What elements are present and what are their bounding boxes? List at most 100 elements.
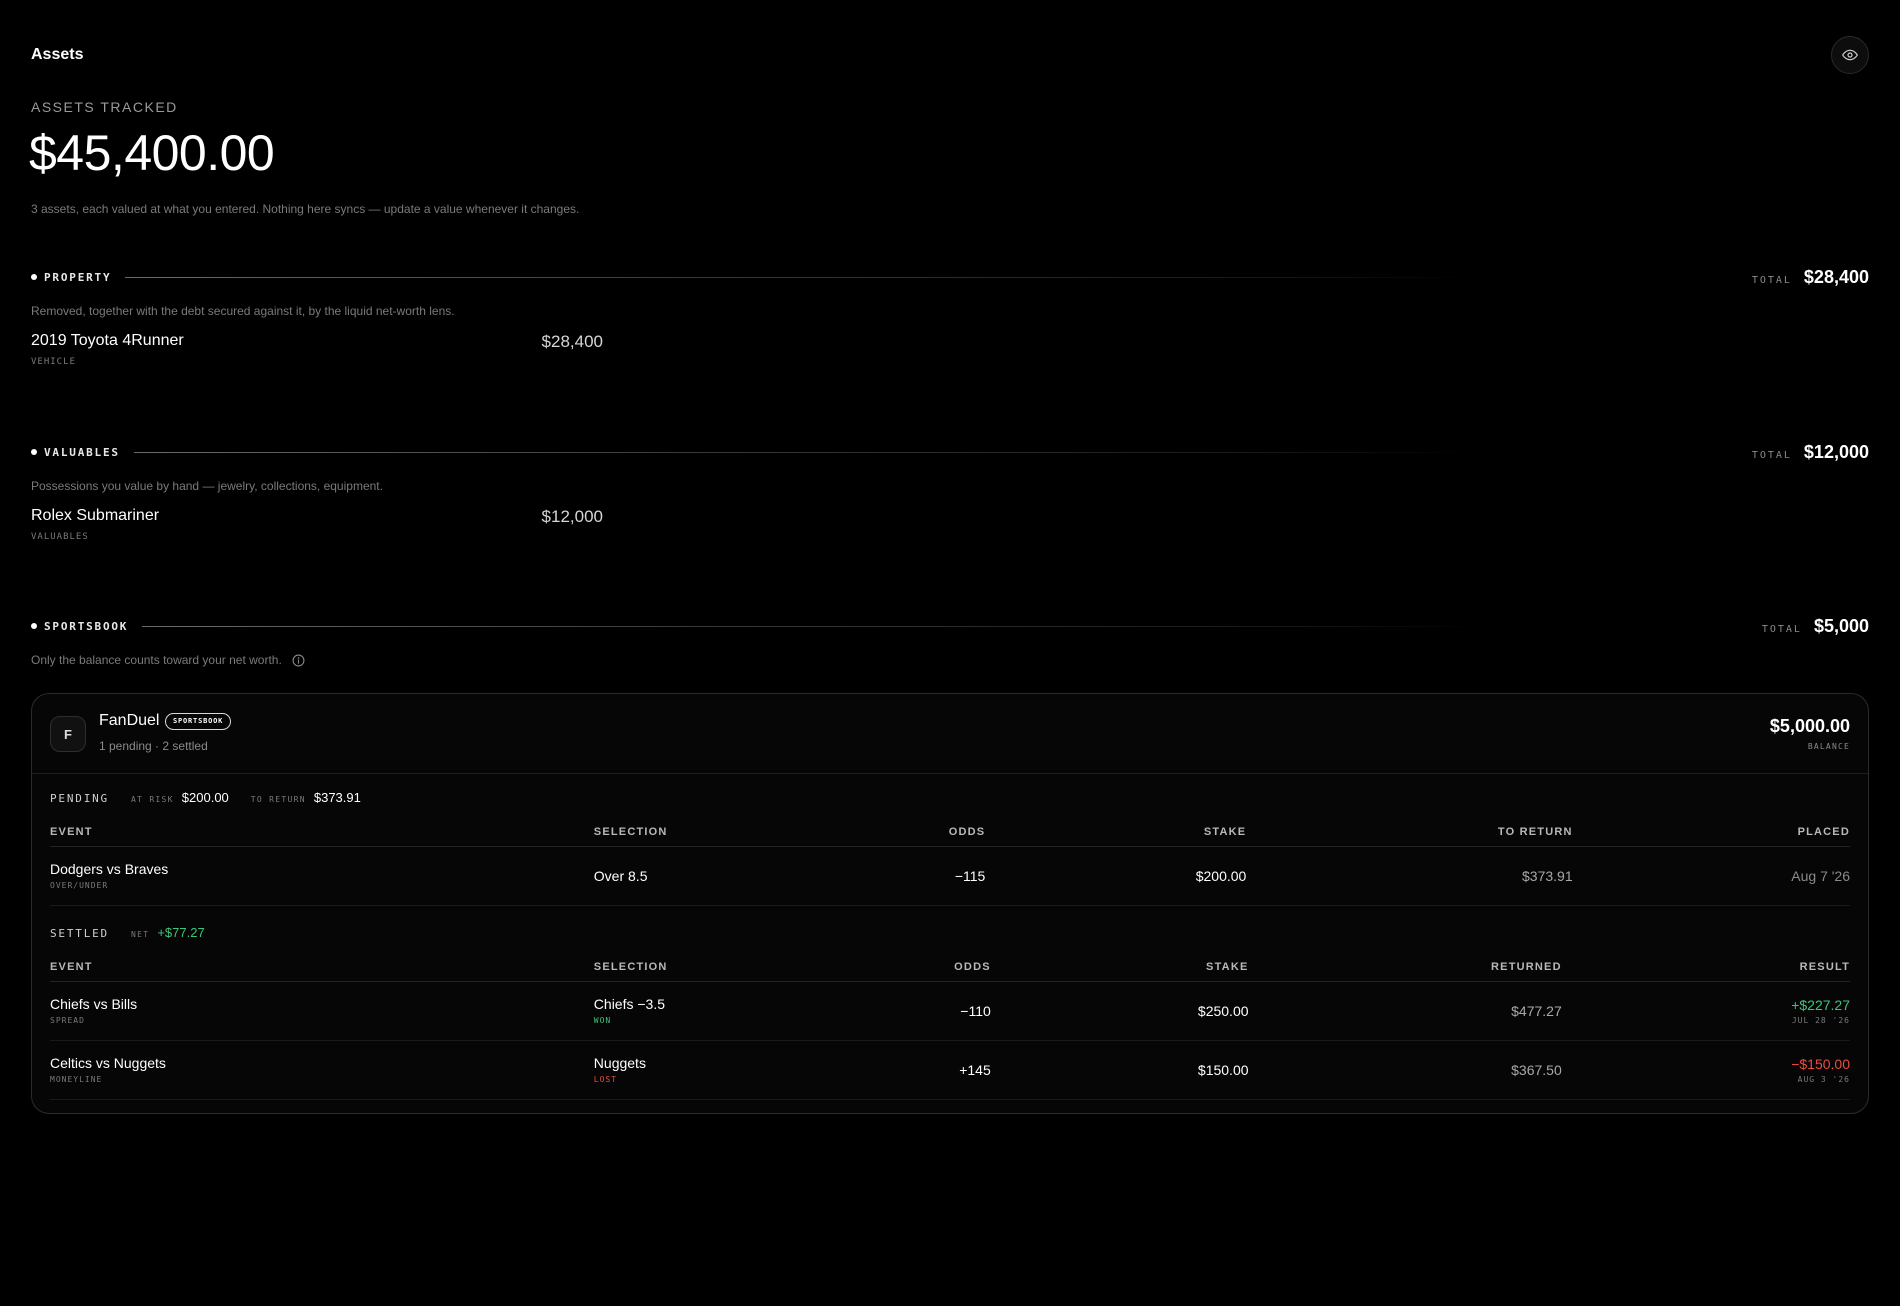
total-assets-amount: $45,400.00 xyxy=(29,125,275,181)
total-label: TOTAL xyxy=(1751,274,1792,286)
event-name: Dodgers vs Braves xyxy=(50,861,169,877)
toggle-visibility-button[interactable] xyxy=(1831,36,1869,74)
to-return-label: TO RETURN xyxy=(250,795,306,804)
table-row[interactable]: Celtics vs Nuggets MONEYLINE Nuggets LOS… xyxy=(50,1040,1850,1100)
to-return-value: $373.91 xyxy=(313,790,361,805)
section-total: TOTAL $28,400 xyxy=(1752,267,1869,288)
odds-cell: −115 xyxy=(811,846,986,906)
odds-cell: −110 xyxy=(811,981,991,1041)
net-value: +$77.27 xyxy=(157,925,205,940)
column-header: TO RETURN xyxy=(1246,818,1573,847)
at-risk-label: AT RISK xyxy=(130,795,174,804)
account-header[interactable]: F FanDuel SPORTSBOOK 1 pending · 2 settl… xyxy=(32,694,1868,774)
column-header: EVENT xyxy=(50,953,594,982)
result-value: −$150.00 xyxy=(1791,1055,1850,1072)
table-header-row: EVENT SELECTION ODDS STAKE RETURNED RESU… xyxy=(50,953,1850,982)
column-header: STAKE xyxy=(990,953,1249,982)
column-header: SELECTION xyxy=(593,953,812,982)
section-description: Possessions you value by hand — jewelry,… xyxy=(31,479,383,493)
account-type-badge: SPORTSBOOK xyxy=(165,713,232,730)
result-date: AUG 3 '26 xyxy=(1797,1074,1850,1084)
section-title: PROPERTY xyxy=(44,270,112,284)
returned-cell: $477.27 xyxy=(1248,981,1562,1041)
section-valuables: VALUABLES TOTAL $12,000 Possessions you … xyxy=(31,440,1869,551)
column-header: STAKE xyxy=(985,818,1247,847)
asset-row[interactable]: Rolex Submariner VALUABLES $12,000 xyxy=(31,507,1869,551)
pending-bets: PENDING AT RISK $200.00 TO RETURN $373.9… xyxy=(50,790,1850,906)
avatar: F xyxy=(50,716,86,752)
top-bar: Assets xyxy=(31,36,1869,76)
market-type: SPREAD xyxy=(50,1016,85,1025)
result-cell: −$150.00 AUG 3 '26 xyxy=(1561,1040,1850,1100)
section-header: SPORTSBOOK TOTAL $5,000 xyxy=(31,614,1869,638)
total-value: $12,000 xyxy=(1803,441,1869,462)
asset-name: Rolex Submariner xyxy=(31,507,160,524)
pending-summary: PENDING AT RISK $200.00 TO RETURN $373.9… xyxy=(50,790,1850,812)
eye-icon xyxy=(1842,49,1858,61)
section-description: Removed, together with the debt secured … xyxy=(31,304,455,318)
asset-type: VALUABLES xyxy=(31,532,89,542)
stake-cell: $150.00 xyxy=(990,1040,1249,1100)
bullet-dot xyxy=(31,449,37,455)
bullet-dot xyxy=(31,623,37,629)
account-name: FanDuel xyxy=(99,712,160,729)
outcome-badge: WON xyxy=(593,1016,612,1025)
section-header: VALUABLES TOTAL $12,000 xyxy=(31,440,1869,464)
selection-name: Nuggets xyxy=(593,1055,646,1071)
returned-cell: $367.50 xyxy=(1248,1040,1562,1100)
total-label: TOTAL xyxy=(1761,623,1802,635)
account-subtitle: 1 pending · 2 settled xyxy=(99,739,208,753)
asset-type: VEHICLE xyxy=(31,357,76,367)
result-value: +$227.27 xyxy=(1791,996,1850,1013)
event-name: Celtics vs Nuggets xyxy=(50,1055,166,1071)
assets-page: Assets ASSETS TRACKED $45,400.00 3 asset… xyxy=(0,0,1900,1306)
page-title: Assets xyxy=(31,46,84,63)
to-return-cell: $373.91 xyxy=(1246,846,1573,906)
net-label: NET xyxy=(130,930,150,939)
column-header: SELECTION xyxy=(593,818,812,847)
stake-cell: $250.00 xyxy=(990,981,1249,1041)
total-label: TOTAL xyxy=(1751,449,1792,461)
section-header: PROPERTY TOTAL $28,400 xyxy=(31,265,1869,289)
settled-table: EVENT SELECTION ODDS STAKE RETURNED RESU… xyxy=(50,953,1850,1100)
asset-name: 2019 Toyota 4Runner xyxy=(31,332,184,349)
total-value: $28,400 xyxy=(1803,266,1869,287)
table-header-row: EVENT SELECTION ODDS STAKE TO RETURN PLA… xyxy=(50,818,1850,847)
stake-cell: $200.00 xyxy=(985,846,1247,906)
section-property: PROPERTY TOTAL $28,400 Removed, together… xyxy=(31,265,1869,376)
divider xyxy=(125,276,1712,278)
section-total: TOTAL $12,000 xyxy=(1752,442,1869,463)
selection-name: Chiefs −3.5 xyxy=(593,996,666,1012)
market-type: OVER/UNDER xyxy=(50,881,109,890)
table-row[interactable]: Chiefs vs Bills SPREAD Chiefs −3.5 WON −… xyxy=(50,981,1850,1041)
settled-title: SETTLED xyxy=(50,927,109,940)
asset-row[interactable]: 2019 Toyota 4Runner VEHICLE $28,400 xyxy=(31,332,1869,376)
result-cell: +$227.27 JUL 28 '26 xyxy=(1561,981,1850,1041)
hero-label: ASSETS TRACKED xyxy=(31,99,178,115)
selection-cell: Chiefs −3.5 WON xyxy=(593,981,812,1041)
event-name: Chiefs vs Bills xyxy=(50,996,138,1012)
column-header: RESULT xyxy=(1561,953,1850,982)
section-title: SPORTSBOOK xyxy=(44,619,129,633)
odds-cell: +145 xyxy=(811,1040,991,1100)
section-description-text: Only the balance counts toward your net … xyxy=(31,653,282,667)
selection-cell: Over 8.5 xyxy=(593,846,812,906)
hero-description: 3 assets, each valued at what you entere… xyxy=(31,202,580,216)
divider xyxy=(133,451,1712,453)
divider xyxy=(142,625,1722,627)
column-header: RETURNED xyxy=(1248,953,1562,982)
asset-value: $28,400 xyxy=(541,332,603,351)
event-cell: Chiefs vs Bills SPREAD xyxy=(50,981,594,1041)
column-header: EVENT xyxy=(50,818,594,847)
section-sportsbook: SPORTSBOOK TOTAL $5,000 Only the balance… xyxy=(31,614,1869,667)
market-type: MONEYLINE xyxy=(50,1075,103,1084)
result-date: JUL 28 '26 xyxy=(1791,1015,1850,1025)
column-header: PLACED xyxy=(1572,818,1850,847)
event-cell: Dodgers vs Braves OVER/UNDER xyxy=(50,846,594,906)
account-balance: $5,000.00 xyxy=(1769,716,1850,736)
sportsbook-account-card: F FanDuel SPORTSBOOK 1 pending · 2 settl… xyxy=(31,693,1869,1114)
placed-cell: Aug 7 '26 xyxy=(1572,846,1850,906)
table-row[interactable]: Dodgers vs Braves OVER/UNDER Over 8.5 −1… xyxy=(50,846,1850,906)
info-icon[interactable] xyxy=(292,654,305,667)
pending-table: EVENT SELECTION ODDS STAKE TO RETURN PLA… xyxy=(50,818,1850,906)
